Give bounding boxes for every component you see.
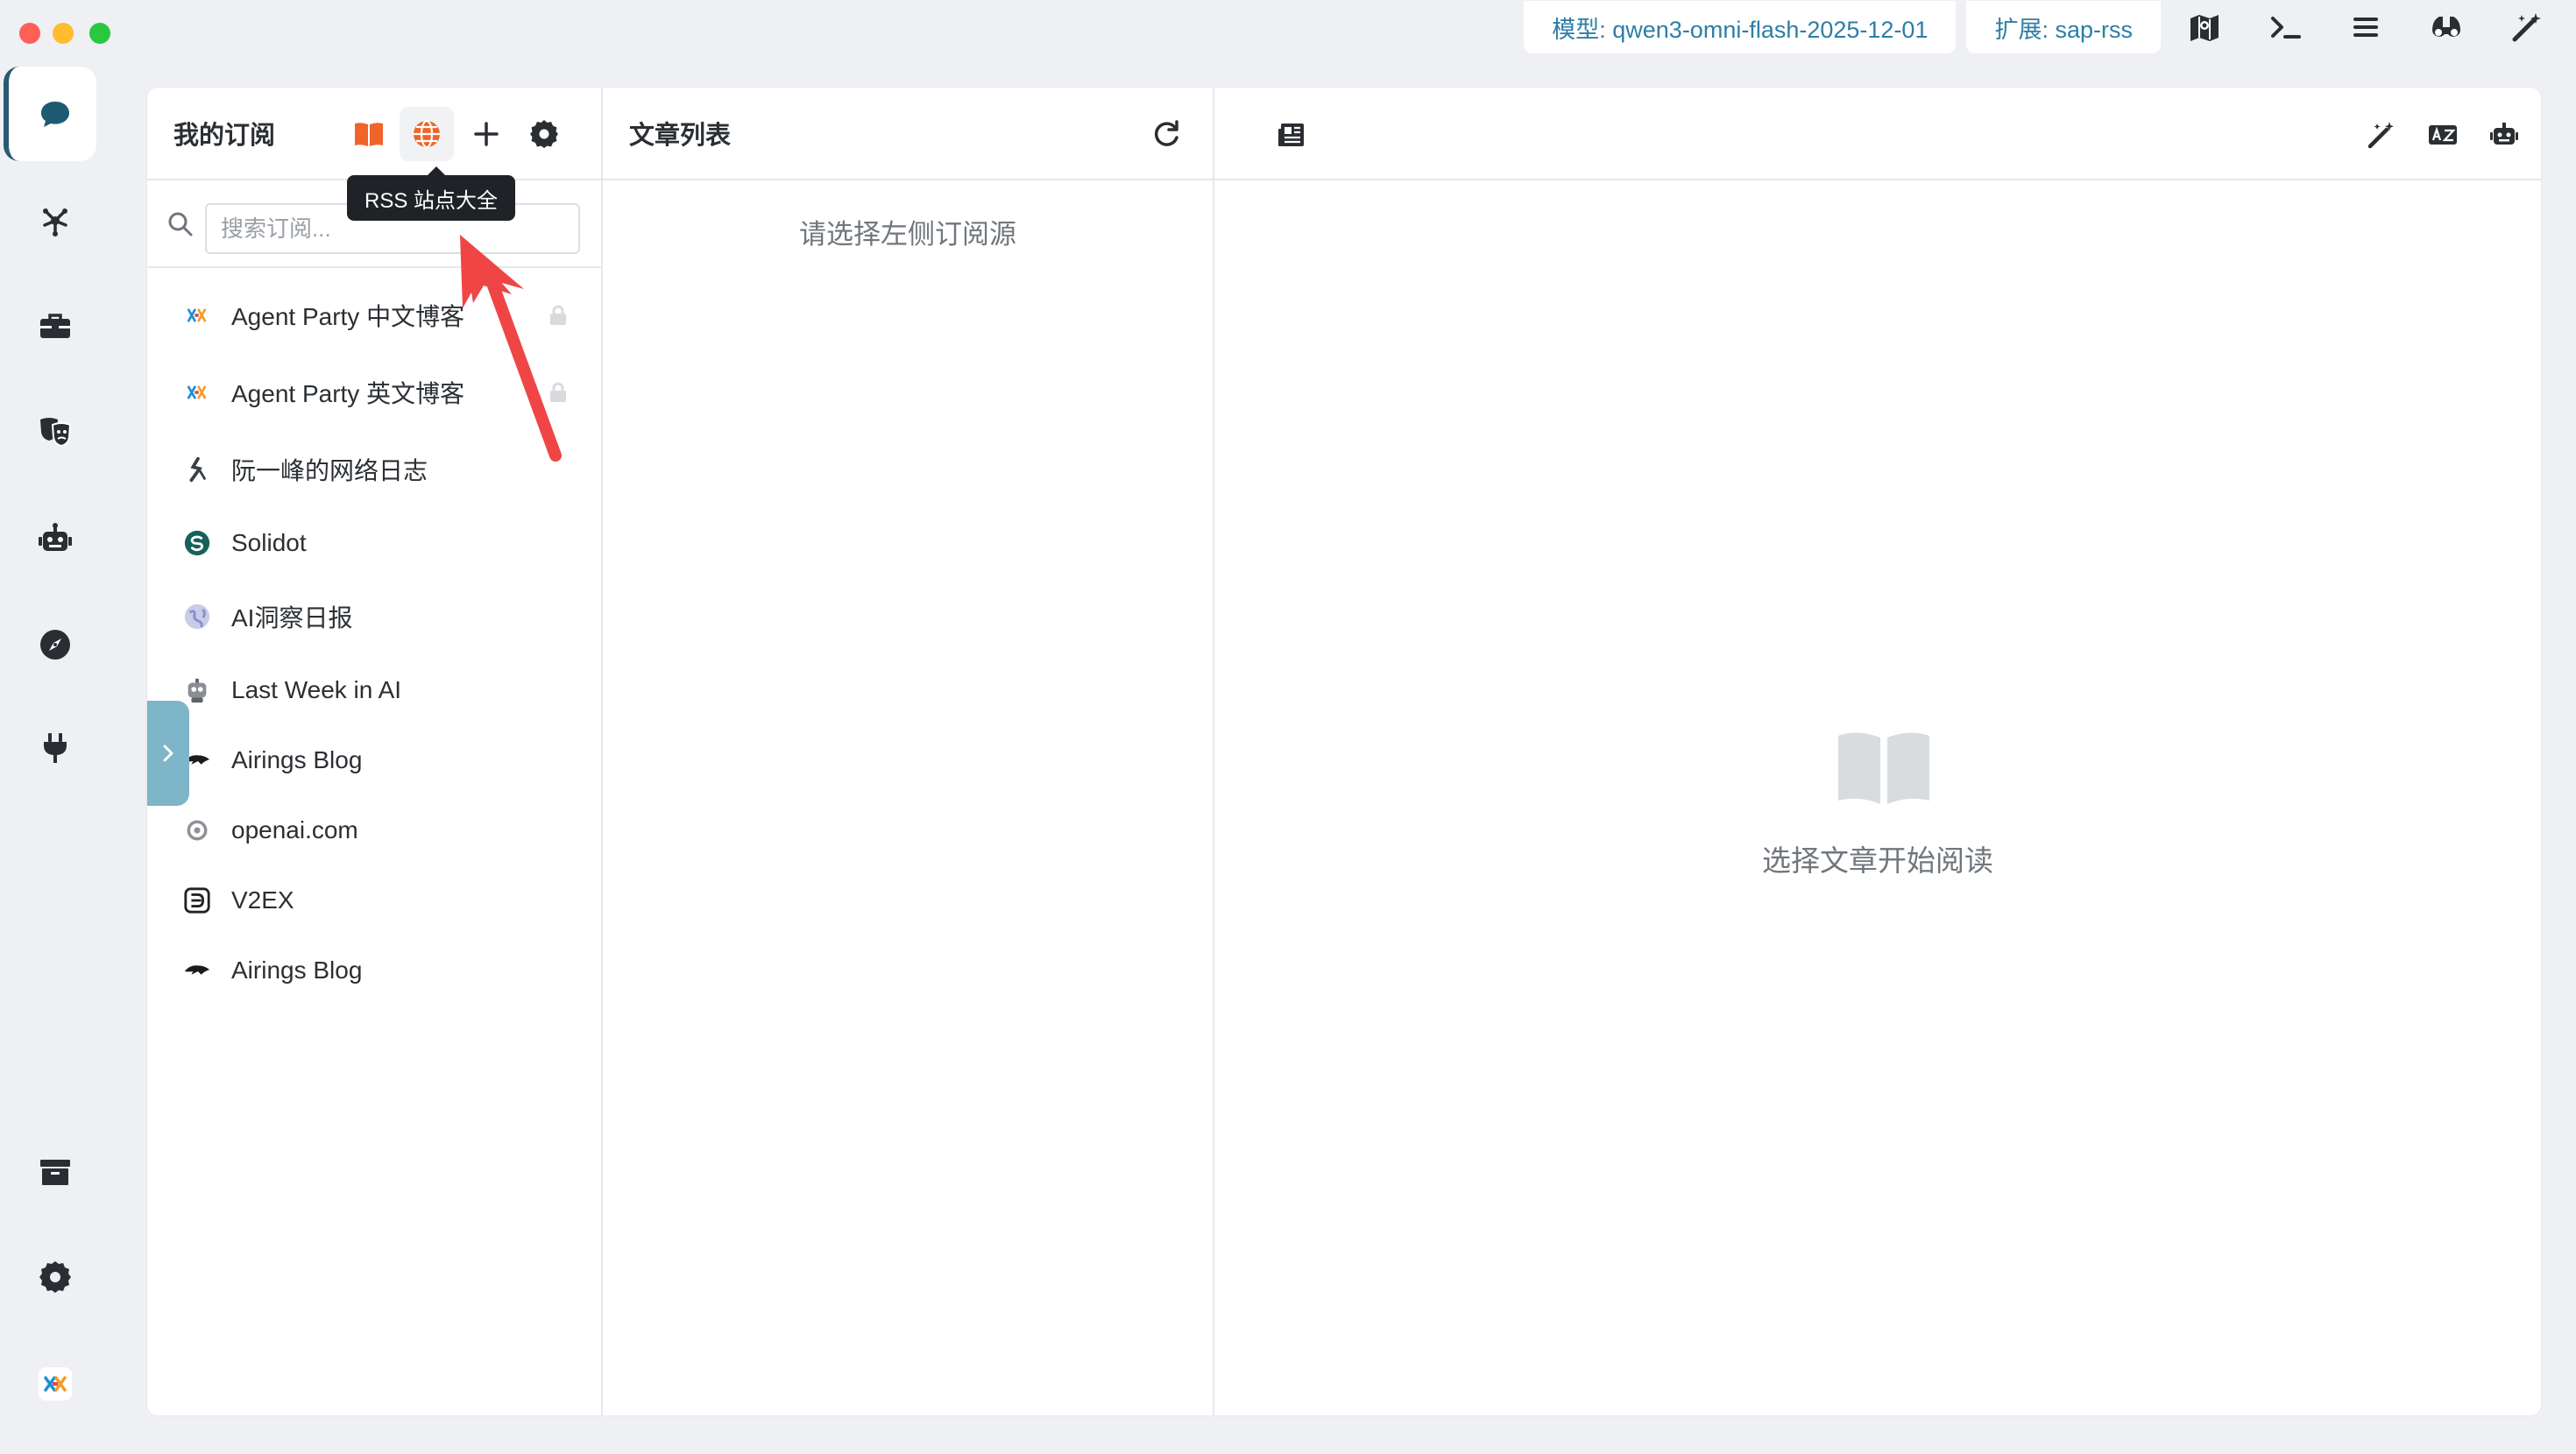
- article-list-panel: 文章列表 请选择左侧订阅源: [603, 88, 1214, 1415]
- open-book-icon: [1838, 732, 1929, 804]
- model-selector[interactable]: 模型: qwen3-omni-flash-2025-12-01: [1524, 1, 1957, 53]
- feed-item[interactable]: AI洞察日报: [147, 582, 603, 652]
- v2ex-icon: [182, 886, 212, 915]
- feed-item[interactable]: Agent Party 中文博客: [147, 280, 603, 350]
- feed-label: Agent Party 英文博客: [231, 380, 465, 407]
- reader-panel: 选择文章开始阅读: [1214, 88, 2541, 1415]
- reader-header: [1214, 88, 2541, 180]
- article-list-header: 文章列表: [603, 88, 1213, 180]
- feed-item[interactable]: V2EX: [147, 865, 603, 935]
- feed-label: 阮一峰的网络日志: [231, 457, 428, 484]
- rss-directory-tooltip: RSS 站点大全: [347, 166, 516, 221]
- chevron-right-icon: [163, 745, 173, 762]
- subscription-settings-icon[interactable]: [517, 107, 571, 161]
- extension-selector[interactable]: 扩展: sap-rss: [1966, 1, 2161, 53]
- rss-directory-globe-icon[interactable]: [400, 107, 454, 161]
- lock-icon: [550, 382, 566, 402]
- window-zoom-button[interactable]: [89, 23, 110, 44]
- feed-label: Agent Party 中文博客: [231, 303, 465, 330]
- subscription-title: 我的订阅: [173, 122, 276, 150]
- feed-item[interactable]: Airings Blog: [147, 935, 603, 1006]
- feed-label: AI洞察日报: [231, 604, 353, 632]
- compass-icon[interactable]: [0, 597, 110, 692]
- main-card: 我的订阅 Agent Party 中文博客: [147, 88, 2541, 1415]
- feed-label: Solidot: [231, 529, 307, 556]
- magic-wand-icon[interactable]: [2359, 112, 2404, 158]
- globe-icon: [182, 602, 212, 632]
- feed-label: Last Week in AI: [231, 676, 402, 703]
- magic-wand-icon[interactable]: [2487, 1, 2567, 53]
- feed-item[interactable]: Last Week in AI: [147, 655, 603, 725]
- terminal-icon[interactable]: [2245, 1, 2325, 53]
- map-icon[interactable]: [2164, 1, 2245, 53]
- reader-empty-state: 选择文章开始阅读: [1762, 844, 1993, 877]
- robot-avatar-icon: [182, 675, 212, 705]
- newspaper-icon[interactable]: [1269, 112, 1314, 158]
- article-list-title: 文章列表: [629, 122, 732, 150]
- feed-label: Airings Blog: [231, 746, 363, 773]
- translate-icon[interactable]: [2420, 112, 2466, 158]
- solidot-icon: [182, 528, 212, 558]
- robot-icon[interactable]: [0, 492, 110, 587]
- window-minimize-button[interactable]: [53, 23, 74, 44]
- toolbox-icon[interactable]: [0, 279, 110, 373]
- feed-item[interactable]: 阮一峰的网络日志: [147, 434, 603, 505]
- search-icon: [168, 212, 193, 236]
- reader-book-icon[interactable]: [342, 107, 396, 161]
- collapse-sidebar-button[interactable]: [147, 701, 189, 806]
- top-toolbar: 模型: qwen3-omni-flash-2025-12-01 扩展: sap-…: [1524, 0, 2576, 54]
- network-icon[interactable]: [0, 173, 110, 268]
- plug-icon[interactable]: [0, 701, 110, 795]
- subscription-panel: 我的订阅 Agent Party 中文博客: [147, 88, 603, 1415]
- refresh-icon[interactable]: [1146, 114, 1186, 154]
- lock-icon: [550, 305, 566, 325]
- binoculars-icon[interactable]: [2406, 1, 2487, 53]
- masks-icon[interactable]: [0, 384, 110, 478]
- feed-label: V2EX: [231, 886, 294, 914]
- feed-label: openai.com: [231, 816, 358, 843]
- settings-icon[interactable]: [0, 1230, 110, 1324]
- subscription-header: 我的订阅: [147, 88, 601, 180]
- agent-party-icon: [182, 300, 212, 330]
- add-subscription-icon[interactable]: [459, 107, 513, 161]
- feed-label: Airings Blog: [231, 956, 363, 984]
- airings-icon: [182, 956, 212, 985]
- feed-item[interactable]: openai.com: [147, 795, 603, 865]
- app-logo-icon[interactable]: [0, 1337, 110, 1431]
- feed-item[interactable]: Airings Blog: [147, 725, 603, 795]
- window-close-button[interactable]: [19, 23, 40, 44]
- openai-icon: [182, 815, 212, 845]
- chat-icon[interactable]: [0, 67, 110, 161]
- feed-item[interactable]: Agent Party 英文博客: [147, 357, 603, 427]
- feed-item[interactable]: Solidot: [147, 508, 603, 578]
- robot-icon[interactable]: [2481, 112, 2527, 158]
- menu-icon[interactable]: [2325, 1, 2406, 53]
- article-list-empty-state: 请选择左侧订阅源: [799, 219, 1016, 250]
- agent-party-icon: [182, 378, 212, 407]
- archive-icon[interactable]: [0, 1125, 110, 1219]
- left-rail: [0, 54, 110, 1454]
- ruanyifeng-icon: [182, 455, 212, 484]
